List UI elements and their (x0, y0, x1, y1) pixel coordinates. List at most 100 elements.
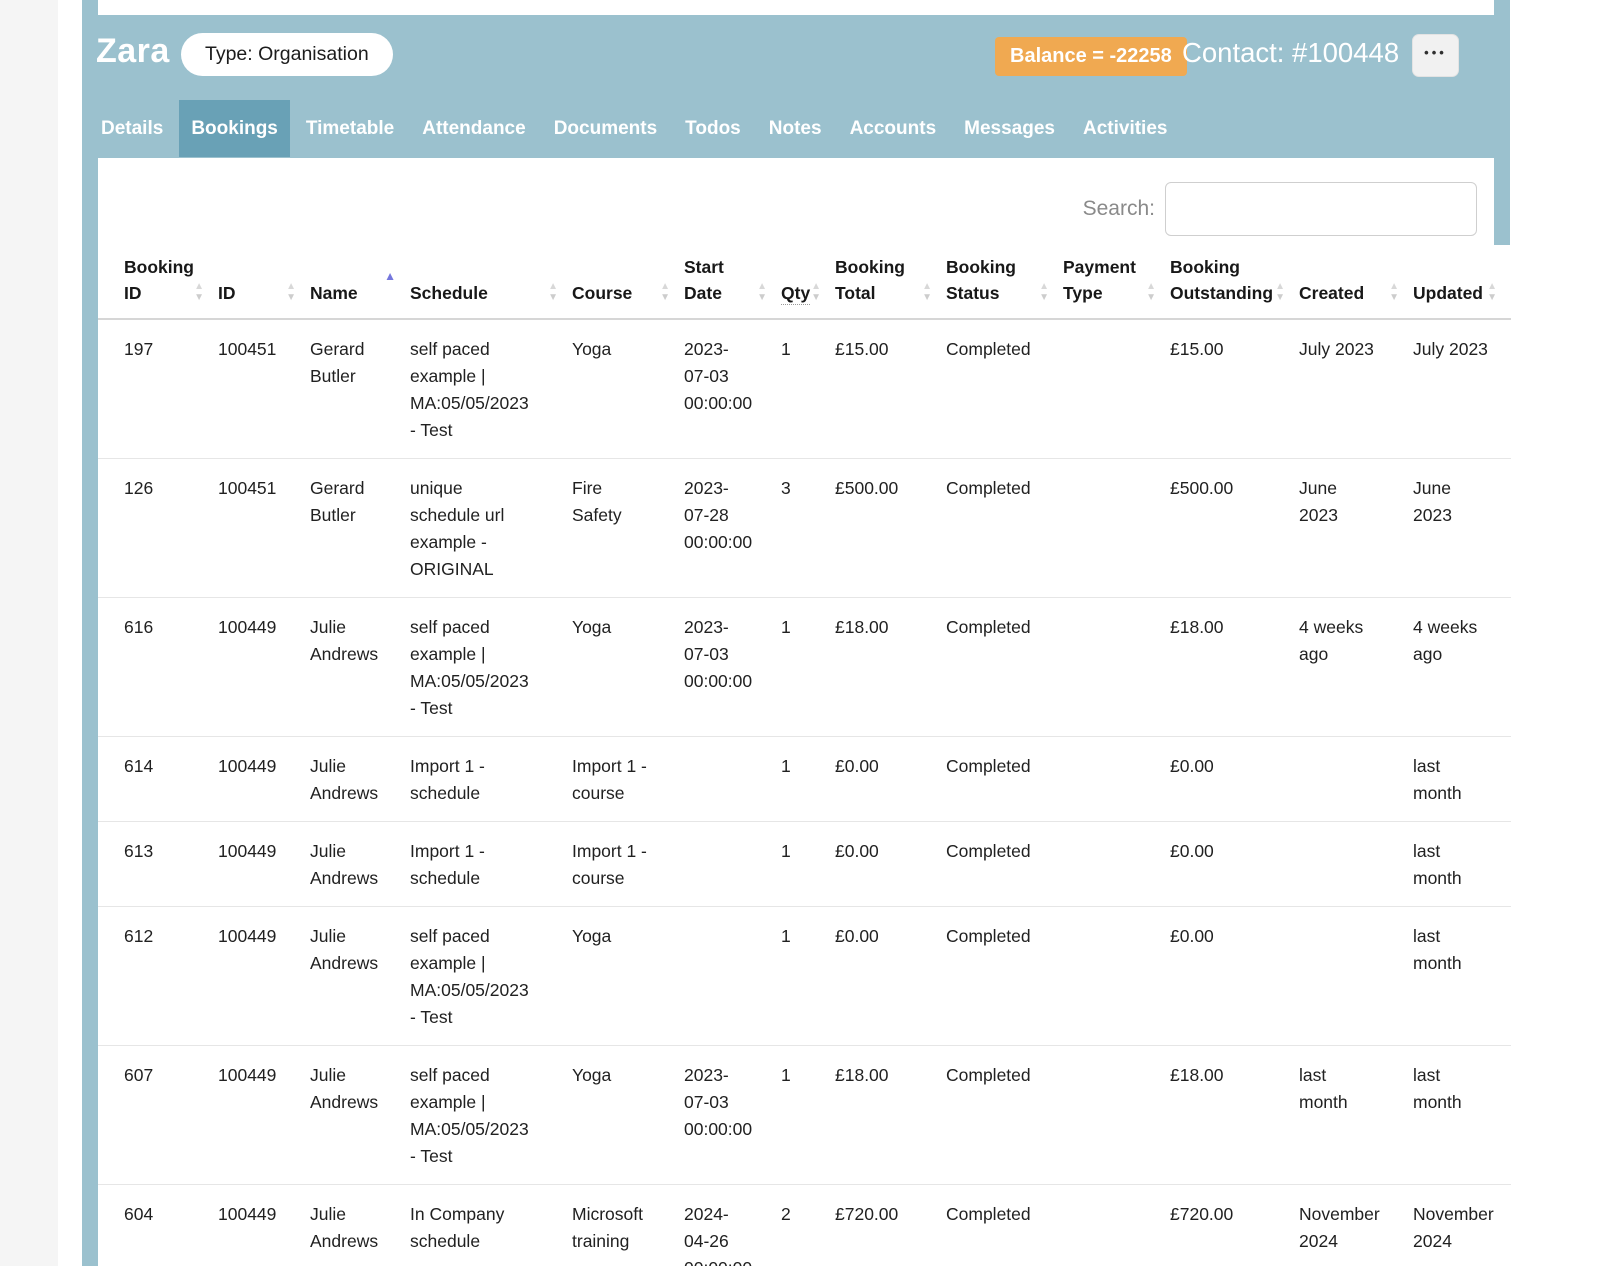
column-header-start-date[interactable]: Start Date▲▼ (684, 250, 781, 319)
cell-booking-id: 126 (98, 459, 218, 598)
cell-qty: 1 (781, 598, 835, 737)
cell-updated: last month (1413, 1046, 1511, 1185)
column-header-payment-type[interactable]: Payment Type▲▼ (1063, 250, 1170, 319)
bookings-table: Booking ID▲▼ID▲▼Name▲Schedule▲▼Course▲▼S… (98, 250, 1511, 1266)
cell-booking-id: 197 (98, 319, 218, 459)
cell-created: June 2023 (1299, 459, 1413, 598)
cell-course: Import 1 - course (572, 822, 684, 907)
sort-asc-icon: ▲ (384, 271, 396, 282)
left-margin-strip (0, 0, 58, 1266)
sort-both-icon: ▲▼ (660, 282, 670, 302)
cell-name: Gerard Butler (310, 459, 410, 598)
table-header: Booking ID▲▼ID▲▼Name▲Schedule▲▼Course▲▼S… (98, 250, 1511, 319)
cell-created (1299, 737, 1413, 822)
cell-booking-id: 616 (98, 598, 218, 737)
cell-course: Yoga (572, 1046, 684, 1185)
table-row: 604100449Julie AndrewsIn Company schedul… (98, 1185, 1511, 1266)
column-header-name[interactable]: Name ▲ (310, 250, 410, 319)
column-header-course[interactable]: Course▲▼ (572, 250, 684, 319)
tab-accounts[interactable]: Accounts (838, 100, 949, 157)
tab-bookings[interactable]: Bookings (179, 100, 290, 157)
cell-payment-type (1063, 822, 1170, 907)
sort-both-icon: ▲▼ (194, 282, 204, 302)
column-label: Schedule (410, 283, 488, 303)
column-header-created[interactable]: Created ▲▼ (1299, 250, 1413, 319)
tab-documents[interactable]: Documents (542, 100, 669, 157)
cell-booking-outstanding: £0.00 (1170, 822, 1299, 907)
cell-booking-status: Completed (946, 319, 1063, 459)
contact-number: Contact: #100448 (1182, 37, 1399, 69)
cell-id: 100451 (218, 459, 310, 598)
cell-booking-total: £18.00 (835, 1046, 946, 1185)
column-header-booking-total[interactable]: Booking Total▲▼ (835, 250, 946, 319)
cell-booking-total: £0.00 (835, 822, 946, 907)
cell-payment-type (1063, 598, 1170, 737)
cell-course: Yoga (572, 319, 684, 459)
table-row: 614100449Julie AndrewsImport 1 - schedul… (98, 737, 1511, 822)
sort-both-icon: ▲▼ (1487, 282, 1497, 302)
search-input[interactable] (1165, 182, 1477, 236)
tab-todos[interactable]: Todos (673, 100, 753, 157)
column-header-updated[interactable]: Updated▲▼ (1413, 250, 1511, 319)
cell-booking-id: 604 (98, 1185, 218, 1266)
column-label: Qty (781, 283, 810, 305)
tab-messages[interactable]: Messages (952, 100, 1067, 157)
cell-booking-outstanding: £720.00 (1170, 1185, 1299, 1266)
page-title: Zara (96, 32, 170, 71)
cell-id: 100449 (218, 1185, 310, 1266)
cell-created: November 2024 (1299, 1185, 1413, 1266)
ellipsis-icon: ••• (1413, 45, 1458, 60)
cell-start-date (684, 907, 781, 1046)
tab-activities[interactable]: Activities (1071, 100, 1179, 157)
cell-booking-status: Completed (946, 737, 1063, 822)
column-header-booking-id[interactable]: Booking ID▲▼ (98, 250, 218, 319)
tab-attendance[interactable]: Attendance (410, 100, 537, 157)
more-options-button[interactable]: ••• (1412, 34, 1459, 77)
column-label: Created (1299, 283, 1364, 303)
column-label: ID (218, 283, 236, 303)
tab-details[interactable]: Details (89, 100, 175, 157)
cell-id: 100449 (218, 907, 310, 1046)
cell-booking-id: 613 (98, 822, 218, 907)
cell-booking-total: £720.00 (835, 1185, 946, 1266)
balance-badge: Balance = -22258 (995, 37, 1187, 76)
sort-both-icon: ▲▼ (548, 282, 558, 302)
table-row: 607100449Julie Andrewsself paced example… (98, 1046, 1511, 1185)
cell-updated: last month (1413, 907, 1511, 1046)
tab-timetable[interactable]: Timetable (294, 100, 406, 157)
cell-course: Yoga (572, 598, 684, 737)
cell-updated: November 2024 (1413, 1185, 1511, 1266)
column-label: Updated (1413, 283, 1483, 303)
cell-booking-outstanding: £18.00 (1170, 1046, 1299, 1185)
column-header-qty[interactable]: Qty▲▼ (781, 250, 835, 319)
tab-notes[interactable]: Notes (757, 100, 834, 157)
cell-payment-type (1063, 1046, 1170, 1185)
cell-name: Gerard Butler (310, 319, 410, 459)
cell-qty: 1 (781, 822, 835, 907)
sort-both-icon: ▲▼ (1389, 282, 1399, 302)
column-header-booking-status[interactable]: Booking Status▲▼ (946, 250, 1063, 319)
column-header-id[interactable]: ID▲▼ (218, 250, 310, 319)
cell-created (1299, 822, 1413, 907)
cell-name: Julie Andrews (310, 1185, 410, 1266)
table-row: 197100451Gerard Butlerself paced example… (98, 319, 1511, 459)
bookings-panel: Search: Booking ID▲▼ID▲▼Name▲Schedule▲▼C… (98, 158, 1514, 1266)
cell-created (1299, 907, 1413, 1046)
column-label: Name (310, 283, 358, 303)
cell-booking-outstanding: £18.00 (1170, 598, 1299, 737)
column-header-schedule[interactable]: Schedule ▲▼ (410, 250, 572, 319)
cell-booking-total: £18.00 (835, 598, 946, 737)
cell-updated: 4 weeks ago (1413, 598, 1511, 737)
cell-name: Julie Andrews (310, 737, 410, 822)
cell-qty: 1 (781, 1046, 835, 1185)
card-left-border (82, 245, 98, 1266)
cell-name: Julie Andrews (310, 907, 410, 1046)
cell-start-date: 2023- 07-03 00:00:00 (684, 598, 781, 737)
column-header-booking-outstanding[interactable]: Booking Outstanding▲▼ (1170, 250, 1299, 319)
search-label: Search: (1083, 197, 1155, 221)
column-label: Booking Status (946, 257, 1016, 303)
cell-booking-outstanding: £500.00 (1170, 459, 1299, 598)
contact-tabs: DetailsBookingsTimetableAttendanceDocume… (89, 100, 1183, 157)
cell-id: 100449 (218, 737, 310, 822)
sort-both-icon: ▲▼ (922, 282, 932, 302)
